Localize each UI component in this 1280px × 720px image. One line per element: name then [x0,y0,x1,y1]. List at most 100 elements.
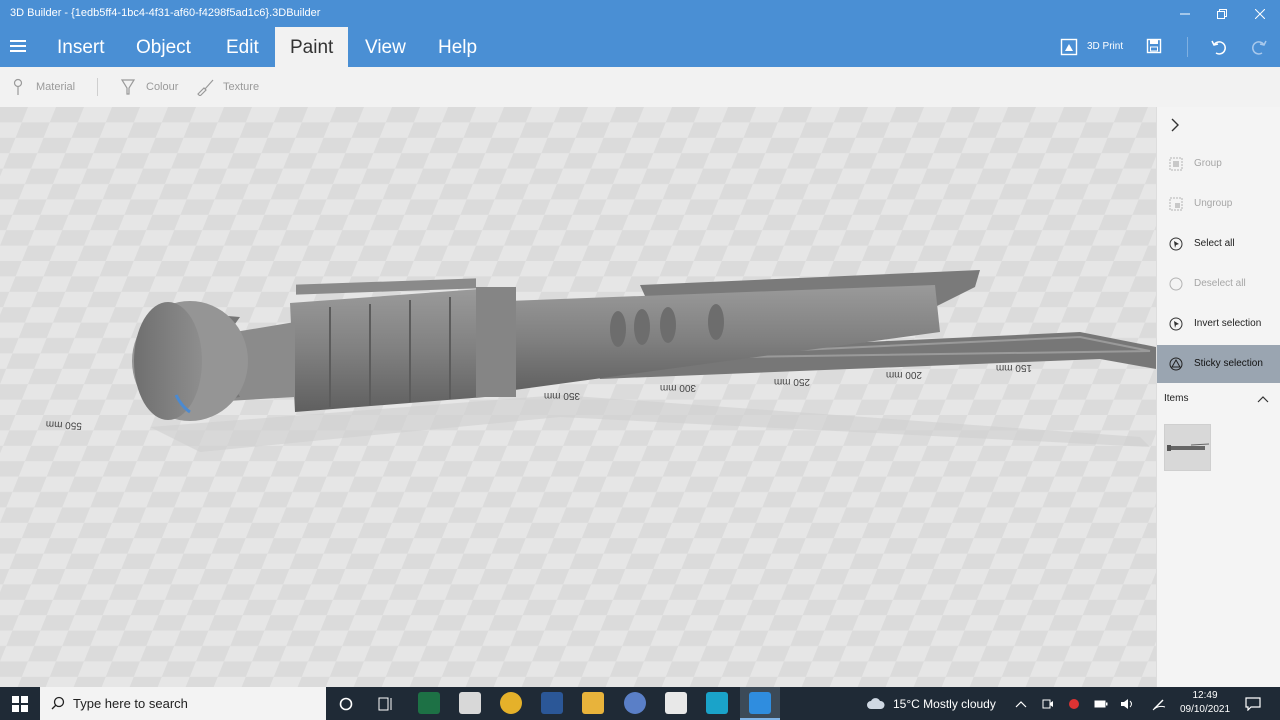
invert-selection-label: Invert selection [1194,318,1262,329]
excel-icon[interactable] [418,692,440,714]
deselect-all-icon [1169,277,1183,291]
deselect-all-button[interactable]: Deselect all [1157,265,1280,303]
model-thumbnail-icon [1167,443,1210,451]
group-label: Group [1194,158,1222,169]
window-title: 3D Builder - {1edb5ff4-1bc4-4f31-af60-f4… [10,7,321,19]
tab-view[interactable]: View [355,27,416,67]
ruler-label-300: 300 mm [660,382,696,393]
texture-button[interactable]: Texture [196,67,260,107]
chevron-right-icon[interactable] [1167,117,1183,133]
scene: 550 mm 350 mm 300 mm 250 mm 200 mm 150 m… [0,107,1156,687]
clock-date: 09/10/2021 [1179,704,1231,715]
start-button[interactable] [0,687,40,720]
defender-icon[interactable] [1068,698,1080,710]
close-button[interactable] [1240,0,1280,27]
tab-paint[interactable]: Paint [275,27,348,67]
chevron-up-icon[interactable] [1015,699,1027,709]
menu-icon[interactable] [10,40,26,54]
tab-object[interactable]: Object [126,27,201,67]
redo-button[interactable] [1250,27,1270,67]
item-thumbnail[interactable] [1164,424,1211,471]
minimize-button[interactable] [1165,0,1205,27]
group-icon [1169,157,1183,171]
paint-bucket-icon [120,79,136,95]
battery-icon[interactable] [1094,699,1108,709]
restore-button[interactable] [1202,0,1242,27]
select-all-icon [1169,237,1183,251]
invert-selection-icon [1169,317,1183,331]
ruler-label-200: 200 mm [886,369,922,380]
grip-section [290,289,485,412]
undo-icon [1211,40,1226,55]
clock[interactable]: 12:49 09/10/2021 [1176,689,1234,717]
ungroup-label: Ungroup [1194,198,1233,209]
photos-icon[interactable] [665,692,687,714]
redo-icon [1252,40,1267,55]
store-icon[interactable] [459,692,481,714]
title-bar: 3D Builder - {1edb5ff4-1bc4-4f31-af60-f4… [0,0,1280,27]
deselect-all-label: Deselect all [1194,278,1246,289]
material-icon [13,78,23,95]
save-icon [1146,38,1162,54]
3d-print-icon [1060,38,1078,56]
undo-button[interactable] [1210,27,1230,67]
viewport-canvas[interactable]: 550 mm 350 mm 300 mm 250 mm 200 mm 150 m… [0,107,1156,687]
search-placeholder: Type here to search [73,696,188,711]
ribbon: Insert Object Edit Paint View Help 3D Pr… [0,27,1280,67]
tab-help[interactable]: Help [428,27,487,67]
close-icon [1254,8,1266,20]
windows-icon [12,696,28,712]
ungroup-icon [1169,197,1183,211]
3d-builder-icon [749,692,771,714]
word-icon[interactable] [541,692,563,714]
toolbar-divider [97,78,98,96]
weather-label[interactable]: 15°C Mostly cloudy [893,697,996,711]
select-all-button[interactable]: Select all [1157,225,1280,263]
colour-label: Colour [146,81,179,93]
notification-icon[interactable] [1245,697,1261,711]
ruler-label-350: 350 mm [544,390,580,401]
3d-print-button[interactable]: 3D Print [1058,27,1128,67]
browser-icon[interactable] [624,692,646,714]
minimize-icon [1180,13,1190,15]
save-button[interactable] [1145,27,1165,67]
ruler-label-550: 550 mm [46,418,83,431]
meet-icon[interactable] [1042,698,1054,710]
ruler-label-150: 150 mm [996,362,1032,373]
restore-icon [1217,9,1227,19]
file-explorer-icon[interactable] [582,692,604,714]
collar-ring [476,287,516,397]
items-header: Items [1164,393,1189,404]
chrome-icon[interactable] [500,692,522,714]
texture-label: Texture [223,81,260,93]
app-icon[interactable] [706,692,728,714]
volume-icon[interactable] [1120,698,1134,710]
tab-edit[interactable]: Edit [216,27,269,67]
pen-icon[interactable] [1152,697,1166,711]
material-button[interactable]: Material [12,67,82,107]
colour-button[interactable]: Colour [120,67,180,107]
brush-icon [197,79,214,96]
cloud-icon [867,698,885,709]
group-button[interactable]: Group [1157,145,1280,183]
select-all-label: Select all [1194,238,1235,249]
taskbar-search[interactable]: Type here to search [40,687,326,720]
sticky-selection-icon [1169,357,1183,371]
sticky-selection-button[interactable]: Sticky selection [1157,345,1280,383]
paint-toolbar: Material Colour Texture [0,67,1280,107]
taskbar: Type here to search 15°C Mostly cloudy 1… [0,687,1280,720]
tab-insert[interactable]: Insert [47,27,115,67]
sticky-selection-label: Sticky selection [1194,358,1263,369]
cortana-icon[interactable] [339,697,353,711]
ruler-label-250: 250 mm [774,376,810,387]
selection-panel: Group Ungroup Select all Deselect all In… [1156,107,1280,687]
material-label: Material [36,81,76,93]
invert-selection-button[interactable]: Invert selection [1157,305,1280,343]
task-view-icon[interactable] [378,697,394,711]
ungroup-button[interactable]: Ungroup [1157,185,1280,223]
3d-print-label: 3D Print [1087,41,1124,52]
search-icon [51,696,65,710]
chevron-up-icon[interactable] [1257,394,1269,404]
clock-time: 12:49 [1192,690,1218,701]
3d-builder-taskbar-button[interactable] [740,687,780,720]
